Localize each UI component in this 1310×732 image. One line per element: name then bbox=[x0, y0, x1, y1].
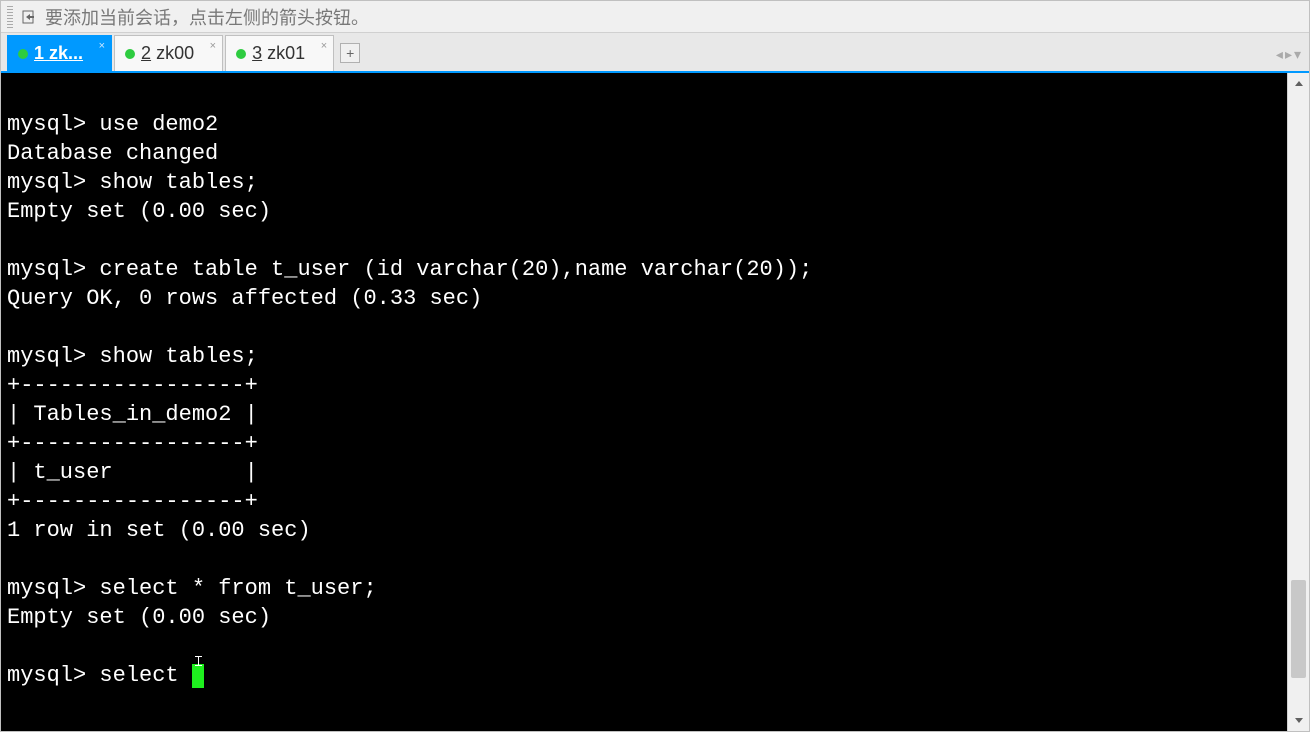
terminal-line: +-----------------+ bbox=[7, 429, 1281, 458]
terminal[interactable]: mysql> use demo2Database changedmysql> s… bbox=[1, 73, 1287, 731]
tab-1[interactable]: 1 zk... × bbox=[7, 35, 112, 71]
scroll-down-icon[interactable] bbox=[1288, 709, 1310, 731]
tab-menu-icon[interactable]: ▾ bbox=[1294, 46, 1301, 63]
tab-prev-icon[interactable]: ◂ bbox=[1276, 46, 1283, 63]
terminal-line: +-----------------+ bbox=[7, 487, 1281, 516]
tab-2[interactable]: 2 zk00 × bbox=[114, 35, 223, 71]
scrollbar-thumb[interactable] bbox=[1291, 580, 1306, 678]
terminal-line: mysql> use demo2 bbox=[7, 110, 1281, 139]
terminal-line: Database changed bbox=[7, 139, 1281, 168]
terminal-line: Empty set (0.00 sec) bbox=[7, 197, 1281, 226]
terminal-line: mysql> show tables; bbox=[7, 342, 1281, 371]
terminal-prompt-line: mysql> select bbox=[7, 661, 1281, 690]
tab-label: 2 zk00 bbox=[141, 43, 194, 64]
scrollbar[interactable] bbox=[1287, 73, 1309, 731]
terminal-line bbox=[7, 81, 1281, 110]
terminal-line: 1 row in set (0.00 sec) bbox=[7, 516, 1281, 545]
terminal-line: Empty set (0.00 sec) bbox=[7, 603, 1281, 632]
close-icon[interactable]: × bbox=[99, 40, 105, 52]
close-icon[interactable]: × bbox=[321, 40, 327, 52]
status-dot-icon bbox=[18, 49, 28, 59]
tab-nav: ◂ ▸ ▾ bbox=[1276, 46, 1301, 63]
terminal-line: Query OK, 0 rows affected (0.33 sec) bbox=[7, 284, 1281, 313]
tab-next-icon[interactable]: ▸ bbox=[1285, 46, 1292, 63]
terminal-line: mysql> show tables; bbox=[7, 168, 1281, 197]
hint-bar: 要添加当前会话，点击左侧的箭头按钮。 bbox=[1, 1, 1309, 33]
terminal-line: | Tables_in_demo2 | bbox=[7, 400, 1281, 429]
add-tab-button[interactable]: + bbox=[340, 43, 360, 63]
status-dot-icon bbox=[125, 49, 135, 59]
tab-label: 3 zk01 bbox=[252, 43, 305, 64]
terminal-line bbox=[7, 545, 1281, 574]
cursor bbox=[192, 664, 204, 688]
close-icon[interactable]: × bbox=[210, 40, 216, 52]
tab-label: 1 zk... bbox=[34, 43, 83, 64]
tab-bar: 1 zk... × 2 zk00 × 3 zk01 × + ◂ ▸ ▾ bbox=[1, 33, 1309, 73]
grip-handle[interactable] bbox=[7, 6, 13, 28]
terminal-container: mysql> use demo2Database changedmysql> s… bbox=[1, 73, 1309, 731]
terminal-line bbox=[7, 313, 1281, 342]
terminal-line: mysql> select * from t_user; bbox=[7, 574, 1281, 603]
scroll-up-icon[interactable] bbox=[1288, 73, 1310, 95]
terminal-line: mysql> create table t_user (id varchar(2… bbox=[7, 255, 1281, 284]
hint-text: 要添加当前会话，点击左侧的箭头按钮。 bbox=[45, 4, 369, 30]
terminal-line: +-----------------+ bbox=[7, 371, 1281, 400]
scrollbar-track[interactable] bbox=[1288, 95, 1309, 709]
terminal-line: | t_user | bbox=[7, 458, 1281, 487]
tab-3[interactable]: 3 zk01 × bbox=[225, 35, 334, 71]
terminal-line bbox=[7, 226, 1281, 255]
arrow-add-icon[interactable] bbox=[21, 9, 39, 25]
status-dot-icon bbox=[236, 49, 246, 59]
